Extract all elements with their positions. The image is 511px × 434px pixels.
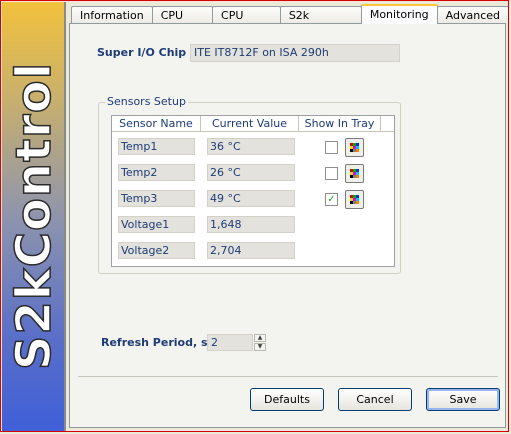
tab-information[interactable]: Information	[71, 6, 153, 23]
palette-icon	[350, 195, 359, 204]
header-current-value[interactable]: Current Value	[201, 116, 299, 132]
refresh-period-input[interactable]: 2	[207, 334, 253, 351]
tab-bar: Information CPU Info CPU Flags S2k Setti…	[71, 4, 508, 39]
super-io-value: ITE IT8712F on ISA 290h	[190, 44, 400, 62]
palette-icon	[350, 143, 359, 152]
sensor-value-temp1: 36 °C	[207, 138, 295, 155]
refresh-period-stepper: 2 ▲ ▼	[207, 334, 267, 351]
sensor-name-temp2: Temp2	[118, 164, 195, 181]
tab-cpu-flags[interactable]: CPU Flags	[212, 6, 281, 39]
footer-divider	[78, 376, 498, 377]
sensor-value-temp2: 26 °C	[207, 164, 295, 181]
sensor-name-voltage2: Voltage2	[118, 242, 195, 259]
header-spacer	[381, 116, 394, 132]
sensors-setup-title: Sensors Setup	[105, 95, 188, 108]
tray-checkbox-temp2[interactable]	[325, 167, 338, 180]
tab-monitoring[interactable]: Monitoring	[360, 4, 438, 24]
super-io-label: Super I/O Chip	[97, 46, 187, 59]
brand-sidebar: S2kControl	[2, 2, 66, 431]
header-sensor-name[interactable]: Sensor Name	[112, 116, 201, 132]
sensor-value-voltage2: 2,704	[207, 242, 295, 259]
palette-icon	[350, 169, 359, 178]
refresh-period-label: Refresh Period, s	[101, 336, 208, 349]
tab-s2k-settings[interactable]: S2k Settings	[279, 6, 362, 39]
cancel-button[interactable]: Cancel	[338, 388, 412, 411]
sensor-value-temp3: 49 °C	[207, 190, 295, 207]
stepper-up-arrow-icon[interactable]: ▲	[254, 334, 266, 342]
brand-logo-text: S2kControl	[5, 61, 63, 371]
stepper-down-arrow-icon[interactable]: ▼	[254, 343, 266, 351]
monitoring-panel: Super I/O Chip ITE IT8712F on ISA 290h S…	[69, 23, 506, 428]
sensor-value-voltage1: 1,648	[207, 216, 295, 233]
tray-checkbox-temp3[interactable]: ✓	[325, 193, 338, 206]
tab-advanced[interactable]: Advanced	[436, 6, 508, 23]
sensor-name-voltage1: Voltage1	[118, 216, 195, 233]
color-picker-button-temp2[interactable]	[345, 164, 364, 183]
app-window: S2kControl Information CPU Info CPU Flag…	[0, 0, 509, 432]
sensors-grid: Sensor Name Current Value Show In Tray T…	[111, 115, 395, 267]
color-picker-button-temp3[interactable]	[345, 190, 364, 209]
color-picker-button-temp1[interactable]	[345, 138, 364, 157]
sensor-name-temp1: Temp1	[118, 138, 195, 155]
tab-cpu-info[interactable]: CPU Info	[151, 6, 214, 39]
save-button[interactable]: Save	[426, 388, 500, 411]
header-show-in-tray[interactable]: Show In Tray	[299, 116, 381, 132]
defaults-button[interactable]: Defaults	[250, 388, 324, 411]
tray-checkbox-temp1[interactable]	[325, 141, 338, 154]
sensors-setup-group: Sensors Setup Sensor Name Current Value …	[98, 95, 401, 274]
sensor-name-temp3: Temp3	[118, 190, 195, 207]
